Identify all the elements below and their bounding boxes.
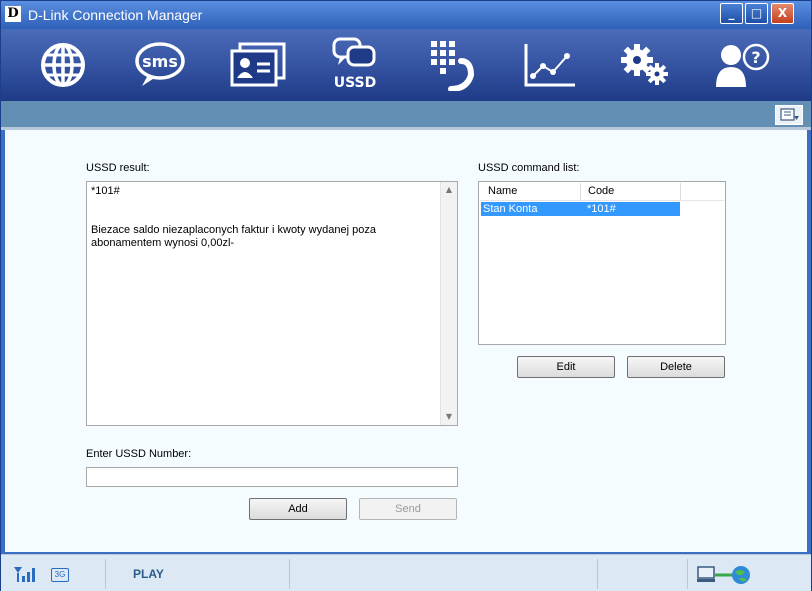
person-question-icon: ? bbox=[716, 43, 770, 87]
ussd-result-command: *101# bbox=[91, 185, 120, 197]
globe-icon bbox=[41, 43, 85, 87]
view-toggle-button[interactable] bbox=[775, 105, 803, 125]
status-bar: 3G PLAY bbox=[1, 554, 811, 591]
list-header: Name Code bbox=[480, 183, 724, 201]
settings-button[interactable] bbox=[615, 35, 675, 95]
network-type-badge: 3G bbox=[51, 568, 69, 582]
main-toolbar: sms USSD ? bbox=[1, 29, 811, 101]
status-divider bbox=[289, 559, 290, 589]
window-title: D-Link Connection Manager bbox=[28, 7, 203, 23]
ussd-result-line-1: Biezace saldo niezaplaconych faktur i kw… bbox=[91, 224, 376, 236]
ussd-result-label: USSD result: bbox=[86, 162, 150, 174]
dlink-logo-icon: D bbox=[5, 6, 21, 22]
minimize-button[interactable]: _ bbox=[720, 3, 743, 24]
column-divider bbox=[680, 183, 681, 200]
result-scrollbar[interactable]: ▲ ▼ bbox=[440, 182, 457, 425]
command-list-label: USSD command list: bbox=[478, 162, 580, 174]
signal-strength-icon bbox=[14, 567, 35, 582]
dialpad-phone-icon bbox=[431, 41, 475, 91]
line-chart-icon bbox=[524, 44, 575, 87]
maximize-button[interactable]: □ bbox=[745, 3, 768, 24]
panel-view-icon bbox=[780, 108, 799, 121]
operator-name: PLAY bbox=[133, 567, 164, 581]
internet-button[interactable] bbox=[33, 35, 93, 95]
contacts-button[interactable] bbox=[228, 35, 288, 95]
sub-toolbar bbox=[1, 101, 811, 130]
phone-button[interactable] bbox=[423, 35, 483, 95]
ussd-result-line-2: abonamentem wynosi 0,00zl- bbox=[91, 237, 235, 249]
sms-button[interactable]: sms bbox=[130, 35, 190, 95]
scroll-down-icon[interactable]: ▼ bbox=[441, 409, 457, 425]
status-divider bbox=[105, 559, 106, 589]
command-code: *101# bbox=[587, 203, 616, 215]
gears-icon bbox=[621, 44, 668, 85]
help-button[interactable]: ? bbox=[711, 35, 771, 95]
close-button[interactable]: X bbox=[771, 3, 794, 24]
status-divider bbox=[597, 559, 598, 589]
column-divider bbox=[580, 183, 581, 200]
ussd-number-input[interactable] bbox=[86, 467, 458, 487]
delete-button[interactable]: Delete bbox=[627, 356, 725, 378]
sms-icon-label: sms bbox=[142, 52, 178, 71]
column-header-name[interactable]: Name bbox=[488, 185, 517, 197]
column-header-code[interactable]: Code bbox=[588, 185, 614, 197]
list-item[interactable]: Stan Konta *101# bbox=[481, 202, 680, 216]
app-window: D D-Link Connection Manager _ □ X sms US… bbox=[0, 0, 812, 591]
scroll-up-icon[interactable]: ▲ bbox=[441, 182, 457, 198]
sms-bubble-icon: sms bbox=[135, 42, 185, 86]
enter-ussd-label: Enter USSD Number: bbox=[86, 448, 192, 460]
ussd-command-list[interactable]: Name Code Stan Konta *101# bbox=[478, 181, 726, 345]
ussd-button[interactable]: USSD bbox=[325, 35, 385, 95]
edit-button[interactable]: Edit bbox=[517, 356, 615, 378]
title-bar: D D-Link Connection Manager _ □ X bbox=[1, 1, 811, 29]
ussd-bubbles-icon: USSD bbox=[332, 37, 377, 91]
add-button[interactable]: Add bbox=[249, 498, 347, 520]
send-button[interactable]: Send bbox=[359, 498, 457, 520]
ussd-result-textarea[interactable]: *101# Biezace saldo niezaplaconych faktu… bbox=[86, 181, 458, 426]
command-name: Stan Konta bbox=[483, 203, 538, 215]
statistics-button[interactable] bbox=[520, 35, 580, 95]
connection-status-icon[interactable] bbox=[697, 564, 753, 586]
ussd-panel: USSD result: *101# Biezace saldo niezapl… bbox=[5, 130, 807, 552]
contact-cards-icon bbox=[230, 42, 286, 87]
help-icon-label: ? bbox=[751, 48, 760, 67]
status-divider bbox=[687, 559, 688, 589]
ussd-icon-label: USSD bbox=[334, 75, 377, 91]
